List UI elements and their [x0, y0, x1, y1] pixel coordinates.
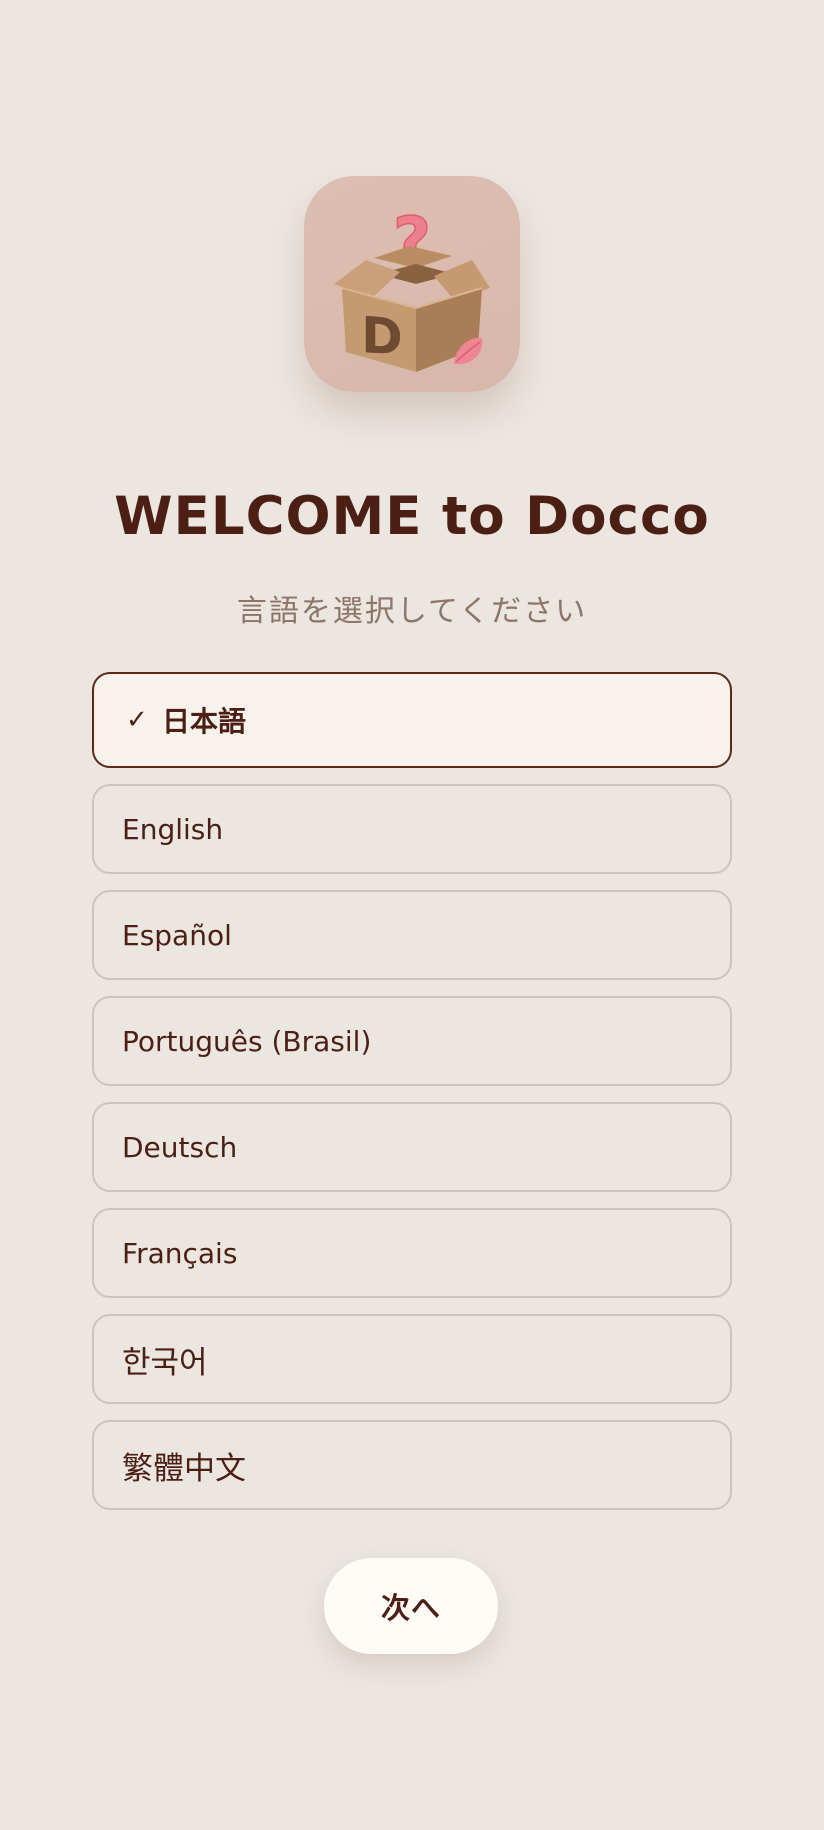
language-option-japanese[interactable]: ✓ 日本語	[92, 672, 732, 768]
check-icon: ✓	[126, 705, 148, 735]
language-option-spanish[interactable]: Español	[92, 890, 732, 980]
language-label: Español	[122, 918, 232, 952]
language-option-english[interactable]: English	[92, 784, 732, 874]
language-select-screen: ? D WELCOME to Docco 言語を選択してください ✓ 日本語 E…	[0, 0, 824, 1830]
language-label: Deutsch	[122, 1130, 238, 1164]
svg-text:D: D	[361, 306, 402, 367]
language-prompt: 言語を選択してください	[236, 594, 588, 629]
language-option-traditional-chinese[interactable]: 繁體中文	[92, 1420, 732, 1510]
language-label: 한국어	[122, 1344, 208, 1381]
box-question-icon: ? D	[334, 202, 490, 372]
language-label: English	[122, 812, 224, 846]
language-label: Français	[122, 1236, 238, 1270]
language-option-german[interactable]: Deutsch	[92, 1102, 732, 1192]
language-option-french[interactable]: Français	[92, 1208, 732, 1298]
app-logo-icon: ? D	[304, 176, 520, 392]
language-option-korean[interactable]: 한국어	[92, 1314, 732, 1404]
next-button[interactable]: 次へ	[324, 1558, 498, 1654]
language-label: Português (Brasil)	[122, 1024, 372, 1058]
language-label: 日本語	[162, 705, 247, 738]
language-option-portuguese-brazil[interactable]: Português (Brasil)	[92, 996, 732, 1086]
welcome-title: WELCOME to Docco	[114, 486, 710, 547]
language-list: ✓ 日本語 English Español Português (Brasil)…	[92, 672, 732, 1526]
language-label: 繁體中文	[122, 1450, 246, 1487]
